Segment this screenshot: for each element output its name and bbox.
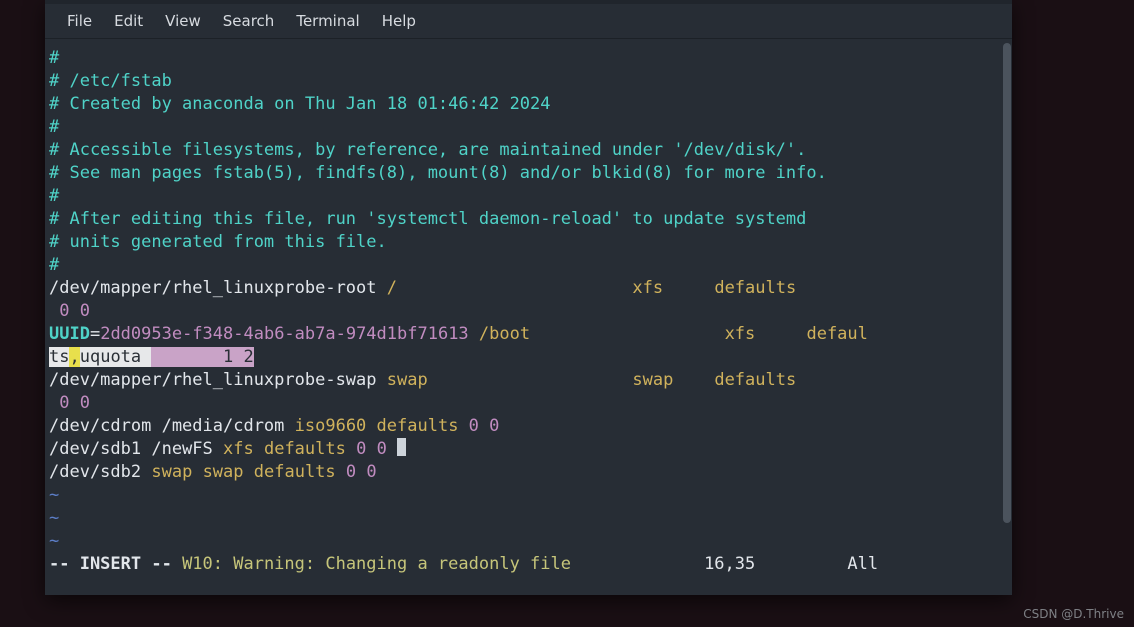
fstab-swap-fs: swap <box>632 370 673 390</box>
menu-view[interactable]: View <box>155 10 211 32</box>
menu-search[interactable]: Search <box>213 10 285 32</box>
comment-line: # <box>49 48 59 68</box>
fstab-swap-mount: swap <box>387 370 428 390</box>
selected-line: ts,uquota 1 2 <box>49 347 254 367</box>
highlight-comma: , <box>69 347 79 367</box>
comment-line: # See man pages fstab(5), findfs(8), mou… <box>49 163 827 183</box>
empty-line-tilde: ~ <box>49 508 59 528</box>
fstab-sdb1-opts: defaults <box>264 439 346 459</box>
vim-mode: -- INSERT -- <box>49 554 172 574</box>
menu-bar: File Edit View Search Terminal Help <box>45 4 1012 39</box>
comment-line: # Accessible filesystems, by reference, … <box>49 140 806 160</box>
empty-line-tilde: ~ <box>49 485 59 505</box>
fstab-boot-mount: /boot <box>469 324 530 344</box>
fstab-root-dump: 0 <box>49 301 80 321</box>
fstab-swap-dump: 0 <box>49 393 80 413</box>
fstab-boot-dump-pass: 1 2 <box>151 347 253 367</box>
menu-help[interactable]: Help <box>372 10 426 32</box>
vim-warning: W10: Warning: Changing a readonly file <box>172 554 571 574</box>
fstab-cdrom-opts: defaults <box>377 416 459 436</box>
fstab-swap-opts: defaults <box>714 370 796 390</box>
comment-line: # Created by anaconda on Thu Jan 18 01:4… <box>49 94 551 114</box>
scrollbar[interactable] <box>1002 39 1012 595</box>
fstab-boot-opts-part1: defaul <box>806 324 867 344</box>
vim-cursor-pos: 16,35 <box>704 554 755 574</box>
fstab-sdb2-mount: swap <box>151 462 192 482</box>
fstab-sdb1-fs: xfs <box>223 439 254 459</box>
fstab-sdb2-opts: defaults <box>254 462 336 482</box>
scrollbar-thumb[interactable] <box>1003 43 1011 523</box>
comment-line: # <box>49 117 59 137</box>
comment-line: # /etc/fstab <box>49 71 172 91</box>
fstab-root-mount: / <box>387 278 397 298</box>
menu-file[interactable]: File <box>57 10 102 32</box>
terminal-viewport[interactable]: # # /etc/fstab # Created by anaconda on … <box>45 39 1002 595</box>
comment-line: # After editing this file, run 'systemct… <box>49 209 806 229</box>
uuid-value: 2dd0953e-f348-4ab6-ab7a-974d1bf71613 <box>100 324 468 344</box>
fstab-root-device: /dev/mapper/rhel_linuxprobe-root <box>49 278 387 298</box>
comment-line: # units generated from this file. <box>49 232 387 252</box>
vim-scroll-pct: All <box>847 554 878 574</box>
fstab-cdrom-fs: iso9660 <box>295 416 367 436</box>
text-cursor <box>397 438 406 456</box>
fstab-cdrom-line: /dev/cdrom /media/cdrom <box>49 416 295 436</box>
menu-terminal[interactable]: Terminal <box>286 10 369 32</box>
fstab-sdb2-line: /dev/sdb2 <box>49 462 151 482</box>
watermark: CSDN @D.Thrive <box>1023 607 1124 621</box>
fstab-swap-device: /dev/mapper/rhel_linuxprobe-swap <box>49 370 387 390</box>
terminal-window: File Edit View Search Terminal Help # # … <box>45 0 1012 595</box>
fstab-boot-fs: xfs <box>725 324 756 344</box>
fstab-root-pass: 0 <box>80 301 90 321</box>
fstab-sdb1-line: /dev/sdb1 /newFS <box>49 439 223 459</box>
menu-edit[interactable]: Edit <box>104 10 153 32</box>
fstab-root-opts: defaults <box>714 278 796 298</box>
fstab-root-fs: xfs <box>632 278 663 298</box>
empty-line-tilde: ~ <box>49 531 59 551</box>
fstab-sdb2-fs: swap <box>203 462 244 482</box>
comment-line: # <box>49 186 59 206</box>
uuid-keyword: UUID <box>49 324 90 344</box>
fstab-swap-pass: 0 <box>80 393 90 413</box>
comment-line: # <box>49 255 59 275</box>
